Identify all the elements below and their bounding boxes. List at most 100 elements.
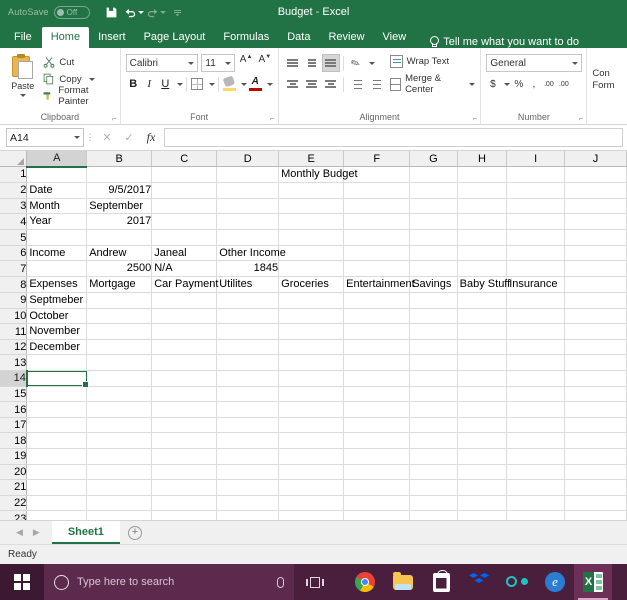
cell-G1[interactable] bbox=[409, 166, 458, 183]
row-header-3[interactable]: 3 bbox=[0, 198, 28, 215]
row-header-13[interactable]: 13 bbox=[0, 354, 28, 372]
cell-H20[interactable] bbox=[457, 464, 508, 481]
number-format-combo[interactable]: General bbox=[486, 54, 583, 72]
decrease-indent-button[interactable] bbox=[347, 75, 365, 93]
column-header-g[interactable]: G bbox=[409, 151, 458, 168]
cell-G10[interactable] bbox=[409, 308, 458, 325]
cell-A16[interactable] bbox=[26, 401, 88, 418]
cell-B16[interactable] bbox=[86, 401, 153, 418]
cell-G16[interactable] bbox=[409, 401, 458, 418]
cell-I9[interactable] bbox=[506, 292, 565, 309]
cell-F11[interactable] bbox=[343, 323, 411, 340]
cell-A7[interactable] bbox=[26, 260, 88, 278]
cell-I4[interactable] bbox=[506, 213, 565, 231]
cell-E10[interactable] bbox=[278, 308, 345, 325]
column-header-j[interactable]: J bbox=[564, 151, 627, 168]
cell-I23[interactable] bbox=[506, 510, 565, 520]
tab-review[interactable]: Review bbox=[319, 28, 373, 48]
cell-E18[interactable] bbox=[278, 432, 345, 449]
cell-C14[interactable] bbox=[151, 370, 218, 387]
cell-F3[interactable] bbox=[343, 198, 411, 215]
cell-H17[interactable] bbox=[457, 417, 508, 434]
cell-I5[interactable] bbox=[506, 229, 565, 246]
tab-page-layout[interactable]: Page Layout bbox=[135, 28, 215, 48]
align-center-button[interactable] bbox=[303, 75, 321, 93]
font-dialog-launcher-icon[interactable]: ⌐ bbox=[270, 114, 275, 123]
cell-F17[interactable] bbox=[343, 417, 411, 434]
font-color-button[interactable]: A bbox=[248, 75, 263, 93]
cell-H23[interactable] bbox=[457, 510, 508, 520]
row-header-22[interactable]: 22 bbox=[0, 495, 28, 512]
cell-B2[interactable]: 9/5/2017 bbox=[86, 182, 153, 199]
cell-A23[interactable] bbox=[26, 510, 88, 520]
tab-home[interactable]: Home bbox=[41, 27, 90, 48]
copy-dropdown-caret-icon[interactable] bbox=[88, 77, 95, 81]
cell-G3[interactable] bbox=[409, 198, 458, 215]
cell-E12[interactable] bbox=[278, 339, 345, 356]
cell-C16[interactable] bbox=[151, 401, 218, 418]
cell-E2[interactable] bbox=[278, 182, 345, 199]
taskbar-app-link[interactable] bbox=[498, 564, 536, 600]
insert-function-fx-icon[interactable]: fx bbox=[140, 128, 162, 147]
cell-C3[interactable] bbox=[151, 198, 218, 215]
cell-E3[interactable] bbox=[278, 198, 345, 215]
fill-color-button[interactable] bbox=[222, 75, 237, 93]
paste-button[interactable]: Paste bbox=[5, 52, 40, 111]
cell-J22[interactable] bbox=[564, 495, 627, 512]
cell-F21[interactable] bbox=[343, 479, 411, 496]
cell-C11[interactable] bbox=[151, 323, 218, 340]
align-right-button[interactable] bbox=[322, 75, 340, 93]
cell-B6[interactable]: Andrew bbox=[86, 245, 153, 262]
cell-C10[interactable] bbox=[151, 308, 218, 325]
cell-H3[interactable] bbox=[457, 198, 508, 215]
cell-E5[interactable] bbox=[278, 229, 345, 246]
row-header-18[interactable]: 18 bbox=[0, 432, 28, 449]
cell-B11[interactable] bbox=[86, 323, 153, 340]
row-header-2[interactable]: 2 bbox=[0, 182, 28, 199]
cell-B17[interactable] bbox=[86, 417, 153, 434]
cell-I15[interactable] bbox=[506, 386, 565, 403]
cell-H10[interactable] bbox=[457, 308, 508, 325]
cell-I1[interactable] bbox=[506, 166, 565, 183]
cell-A10[interactable]: October bbox=[26, 308, 88, 325]
cell-F18[interactable] bbox=[343, 432, 411, 449]
column-header-e[interactable]: E bbox=[278, 151, 345, 168]
cell-B10[interactable] bbox=[86, 308, 153, 325]
cell-C12[interactable] bbox=[151, 339, 218, 356]
cell-F9[interactable] bbox=[343, 292, 411, 309]
cell-G12[interactable] bbox=[409, 339, 458, 356]
column-header-d[interactable]: D bbox=[216, 151, 280, 168]
cell-G2[interactable] bbox=[409, 182, 458, 199]
cell-J12[interactable] bbox=[564, 339, 627, 356]
increase-indent-button[interactable] bbox=[366, 75, 384, 93]
cell-H15[interactable] bbox=[457, 386, 508, 403]
cell-F14[interactable] bbox=[343, 370, 411, 387]
merge-center-button[interactable]: Merge & Center bbox=[389, 73, 476, 95]
accounting-format-button[interactable]: $ bbox=[486, 76, 499, 92]
align-bottom-button[interactable] bbox=[321, 54, 340, 72]
cell-H4[interactable] bbox=[457, 213, 508, 231]
cell-D7[interactable]: 1845 bbox=[216, 260, 280, 278]
cell-I14[interactable] bbox=[506, 370, 565, 387]
orientation-button[interactable]: ✎ bbox=[347, 54, 365, 72]
cell-H18[interactable] bbox=[457, 432, 508, 449]
cell-B7[interactable]: 2500 bbox=[86, 260, 153, 278]
underline-button[interactable]: U bbox=[158, 75, 173, 93]
cell-B13[interactable] bbox=[86, 354, 153, 372]
cell-I21[interactable] bbox=[506, 479, 565, 496]
alignment-dialog-launcher-icon[interactable]: ⌐ bbox=[473, 114, 478, 123]
row-header-1[interactable]: 1 bbox=[0, 166, 28, 183]
conditional-formatting-button[interactable]: Con Form bbox=[592, 52, 622, 92]
wrap-text-button[interactable]: Wrap Text bbox=[389, 55, 476, 68]
select-all-corner-icon[interactable] bbox=[0, 151, 28, 168]
cell-E4[interactable] bbox=[278, 213, 345, 231]
row-header-10[interactable]: 10 bbox=[0, 308, 28, 325]
formula-bar-grip[interactable]: ⋮ bbox=[84, 132, 96, 143]
cell-H19[interactable] bbox=[457, 448, 508, 465]
cell-B8[interactable]: Mortgage bbox=[86, 276, 153, 294]
task-view-button[interactable] bbox=[294, 564, 336, 600]
confirm-checkmark-icon[interactable]: ✓ bbox=[118, 128, 140, 147]
cell-A11[interactable]: November bbox=[26, 323, 88, 340]
cell-E7[interactable] bbox=[278, 260, 345, 278]
number-dialog-launcher-icon[interactable]: ⌐ bbox=[579, 114, 584, 123]
